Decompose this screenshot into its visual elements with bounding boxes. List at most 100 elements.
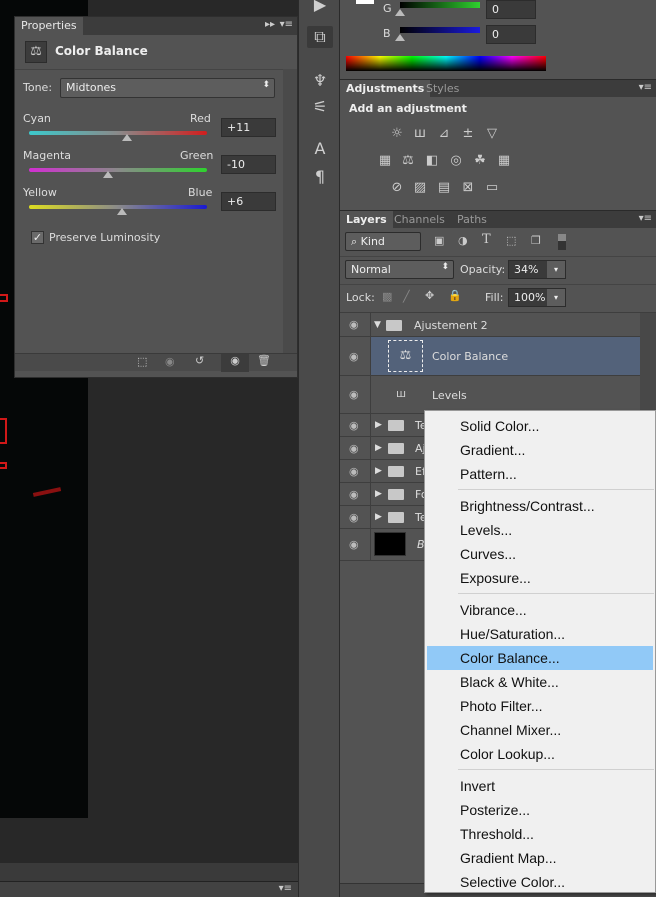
layer-row-selected[interactable]: ◉ ⚖ Color Balance — [340, 337, 640, 376]
posterize-icon[interactable]: ▨ — [412, 180, 428, 196]
opacity-input[interactable]: 34% ▾ — [508, 260, 566, 279]
panel-menu-icon[interactable]: ▾≡ — [639, 82, 652, 93]
tab-layers[interactable]: Layers — [340, 211, 393, 229]
properties-icon[interactable]: ⧉ — [307, 26, 333, 48]
brush-presets-icon[interactable]: ♆ — [307, 70, 333, 92]
menu-item-color-balance[interactable]: Color Balance... — [427, 646, 653, 670]
visibility-eye-icon[interactable]: ◉ — [221, 354, 249, 372]
preserve-luminosity-checkbox[interactable]: ✓ — [31, 231, 44, 244]
channel-mixer-icon[interactable]: ☘ — [472, 153, 488, 169]
eye-icon[interactable]: ◉ — [349, 538, 359, 551]
eye-icon[interactable]: ◉ — [349, 442, 359, 455]
brush-icon[interactable]: ⚟ — [307, 96, 333, 118]
slider-thumb[interactable] — [395, 34, 405, 41]
paragraph-icon[interactable]: ¶ — [307, 166, 333, 188]
brightness-icon[interactable]: ☼ — [389, 126, 405, 142]
color-lookup-icon[interactable]: ▦ — [496, 153, 512, 169]
clip-to-layer-icon[interactable]: ⬚ — [137, 355, 147, 368]
menu-item-levels[interactable]: Levels... — [427, 518, 653, 542]
menu-item-threshold[interactable]: Threshold... — [427, 822, 653, 846]
menu-item-black-white[interactable]: Black & White... — [427, 670, 653, 694]
tab-channels[interactable]: Channels — [388, 211, 451, 229]
black-white-icon[interactable]: ◧ — [424, 153, 440, 169]
dropdown-arrow-icon[interactable]: ▾ — [547, 289, 565, 306]
cyan-red-slider[interactable] — [29, 131, 207, 135]
slider-thumb[interactable] — [117, 208, 127, 215]
menu-item-selective-color[interactable]: Selective Color... — [427, 870, 653, 894]
eye-icon[interactable]: ◉ — [349, 388, 359, 401]
slider-thumb[interactable] — [103, 171, 113, 178]
expand-triangle-icon[interactable]: ▼ — [374, 320, 381, 330]
view-previous-icon[interactable]: ◉ — [165, 355, 175, 368]
b-slider[interactable] — [400, 27, 480, 33]
exposure-icon[interactable]: ± — [460, 126, 476, 142]
horizontal-scrollbar[interactable] — [0, 863, 298, 881]
menu-item-photo-filter[interactable]: Photo Filter... — [427, 694, 653, 718]
color-balance-icon[interactable]: ⚖ — [400, 153, 416, 169]
tab-paths[interactable]: Paths — [451, 211, 493, 229]
dropdown-arrow-icon[interactable]: ▾ — [547, 261, 565, 278]
eye-icon[interactable]: ◉ — [349, 318, 359, 331]
filter-shape-icon[interactable]: ⬚ — [506, 234, 516, 247]
lock-transparent-icon[interactable]: ▩ — [382, 290, 392, 303]
eye-icon[interactable]: ◉ — [349, 488, 359, 501]
filter-kind-select[interactable]: ⌕ Kind — [345, 232, 421, 251]
blend-mode-select[interactable]: Normal ⬍ — [345, 260, 454, 279]
vibrance-icon[interactable]: ▽ — [484, 126, 500, 142]
color-ramp[interactable] — [346, 56, 546, 71]
menu-item-solid-color[interactable]: Solid Color... — [427, 414, 653, 438]
eye-icon[interactable]: ◉ — [349, 419, 359, 432]
magenta-green-slider[interactable] — [29, 168, 207, 172]
tab-properties[interactable]: Properties — [15, 17, 83, 35]
menu-item-exposure[interactable]: Exposure... — [427, 566, 653, 590]
menu-item-posterize[interactable]: Posterize... — [427, 798, 653, 822]
menu-item-gradient-map[interactable]: Gradient Map... — [427, 846, 653, 870]
expand-triangle-icon[interactable]: ▶ — [375, 466, 382, 476]
layer-row[interactable]: ◉ ш Levels — [340, 376, 640, 414]
collapse-icon[interactable]: ▸▸ — [265, 19, 275, 30]
menu-item-brightness-contrast[interactable]: Brightness/Contrast... — [427, 494, 653, 518]
slider-thumb[interactable] — [395, 9, 405, 16]
filter-toggle[interactable] — [558, 234, 566, 250]
color-swatch[interactable] — [356, 0, 374, 4]
tab-adjustments[interactable]: Adjustments — [340, 80, 431, 98]
menu-item-channel-mixer[interactable]: Channel Mixer... — [427, 718, 653, 742]
lock-all-icon[interactable]: 🔒 — [448, 289, 462, 302]
b-input[interactable]: 0 — [486, 25, 536, 44]
curves-icon[interactable]: ⊿ — [436, 126, 452, 142]
menu-item-hue-saturation[interactable]: Hue/Saturation... — [427, 622, 653, 646]
menu-item-pattern[interactable]: Pattern... — [427, 462, 653, 486]
panel-menu-icon[interactable]: ▾≡ — [279, 883, 292, 894]
play-icon[interactable]: ▶ — [307, 0, 333, 16]
fill-input[interactable]: 100% ▾ — [508, 288, 566, 307]
cyan-red-input[interactable]: +11 — [221, 118, 276, 137]
eye-icon[interactable]: ◉ — [349, 511, 359, 524]
filter-adjustment-icon[interactable]: ◑ — [458, 234, 468, 247]
hue-saturation-icon[interactable]: ▦ — [377, 153, 393, 169]
levels-icon[interactable]: ш — [412, 126, 428, 142]
gradient-map-icon[interactable]: ▭ — [484, 180, 500, 196]
lock-brush-icon[interactable]: ╱ — [403, 290, 410, 303]
menu-item-invert[interactable]: Invert — [427, 774, 653, 798]
g-input[interactable]: 0 — [486, 0, 536, 19]
eye-icon[interactable]: ◉ — [349, 350, 359, 363]
g-slider[interactable] — [400, 2, 480, 8]
expand-triangle-icon[interactable]: ▶ — [375, 489, 382, 499]
menu-item-vibrance[interactable]: Vibrance... — [427, 598, 653, 622]
eye-icon[interactable]: ◉ — [349, 465, 359, 478]
expand-triangle-icon[interactable]: ▶ — [375, 512, 382, 522]
menu-item-color-lookup[interactable]: Color Lookup... — [427, 742, 653, 766]
magenta-green-input[interactable]: -10 — [221, 155, 276, 174]
expand-triangle-icon[interactable]: ▶ — [375, 443, 382, 453]
character-icon[interactable]: A — [307, 138, 333, 160]
layer-row-group[interactable]: ◉ ▼ Ajustement 2 — [340, 313, 640, 337]
menu-item-gradient[interactable]: Gradient... — [427, 438, 653, 462]
invert-icon[interactable]: ⊘ — [389, 180, 405, 196]
tone-select[interactable]: Midtones ⬍ — [60, 78, 275, 98]
vertical-scrollbar[interactable] — [283, 69, 297, 353]
filter-type-icon[interactable]: T — [482, 232, 491, 247]
yellow-blue-input[interactable]: +6 — [221, 192, 276, 211]
trash-icon[interactable]: 🗑 — [257, 354, 271, 367]
slider-thumb[interactable] — [122, 134, 132, 141]
threshold-icon[interactable]: ▤ — [436, 180, 452, 196]
